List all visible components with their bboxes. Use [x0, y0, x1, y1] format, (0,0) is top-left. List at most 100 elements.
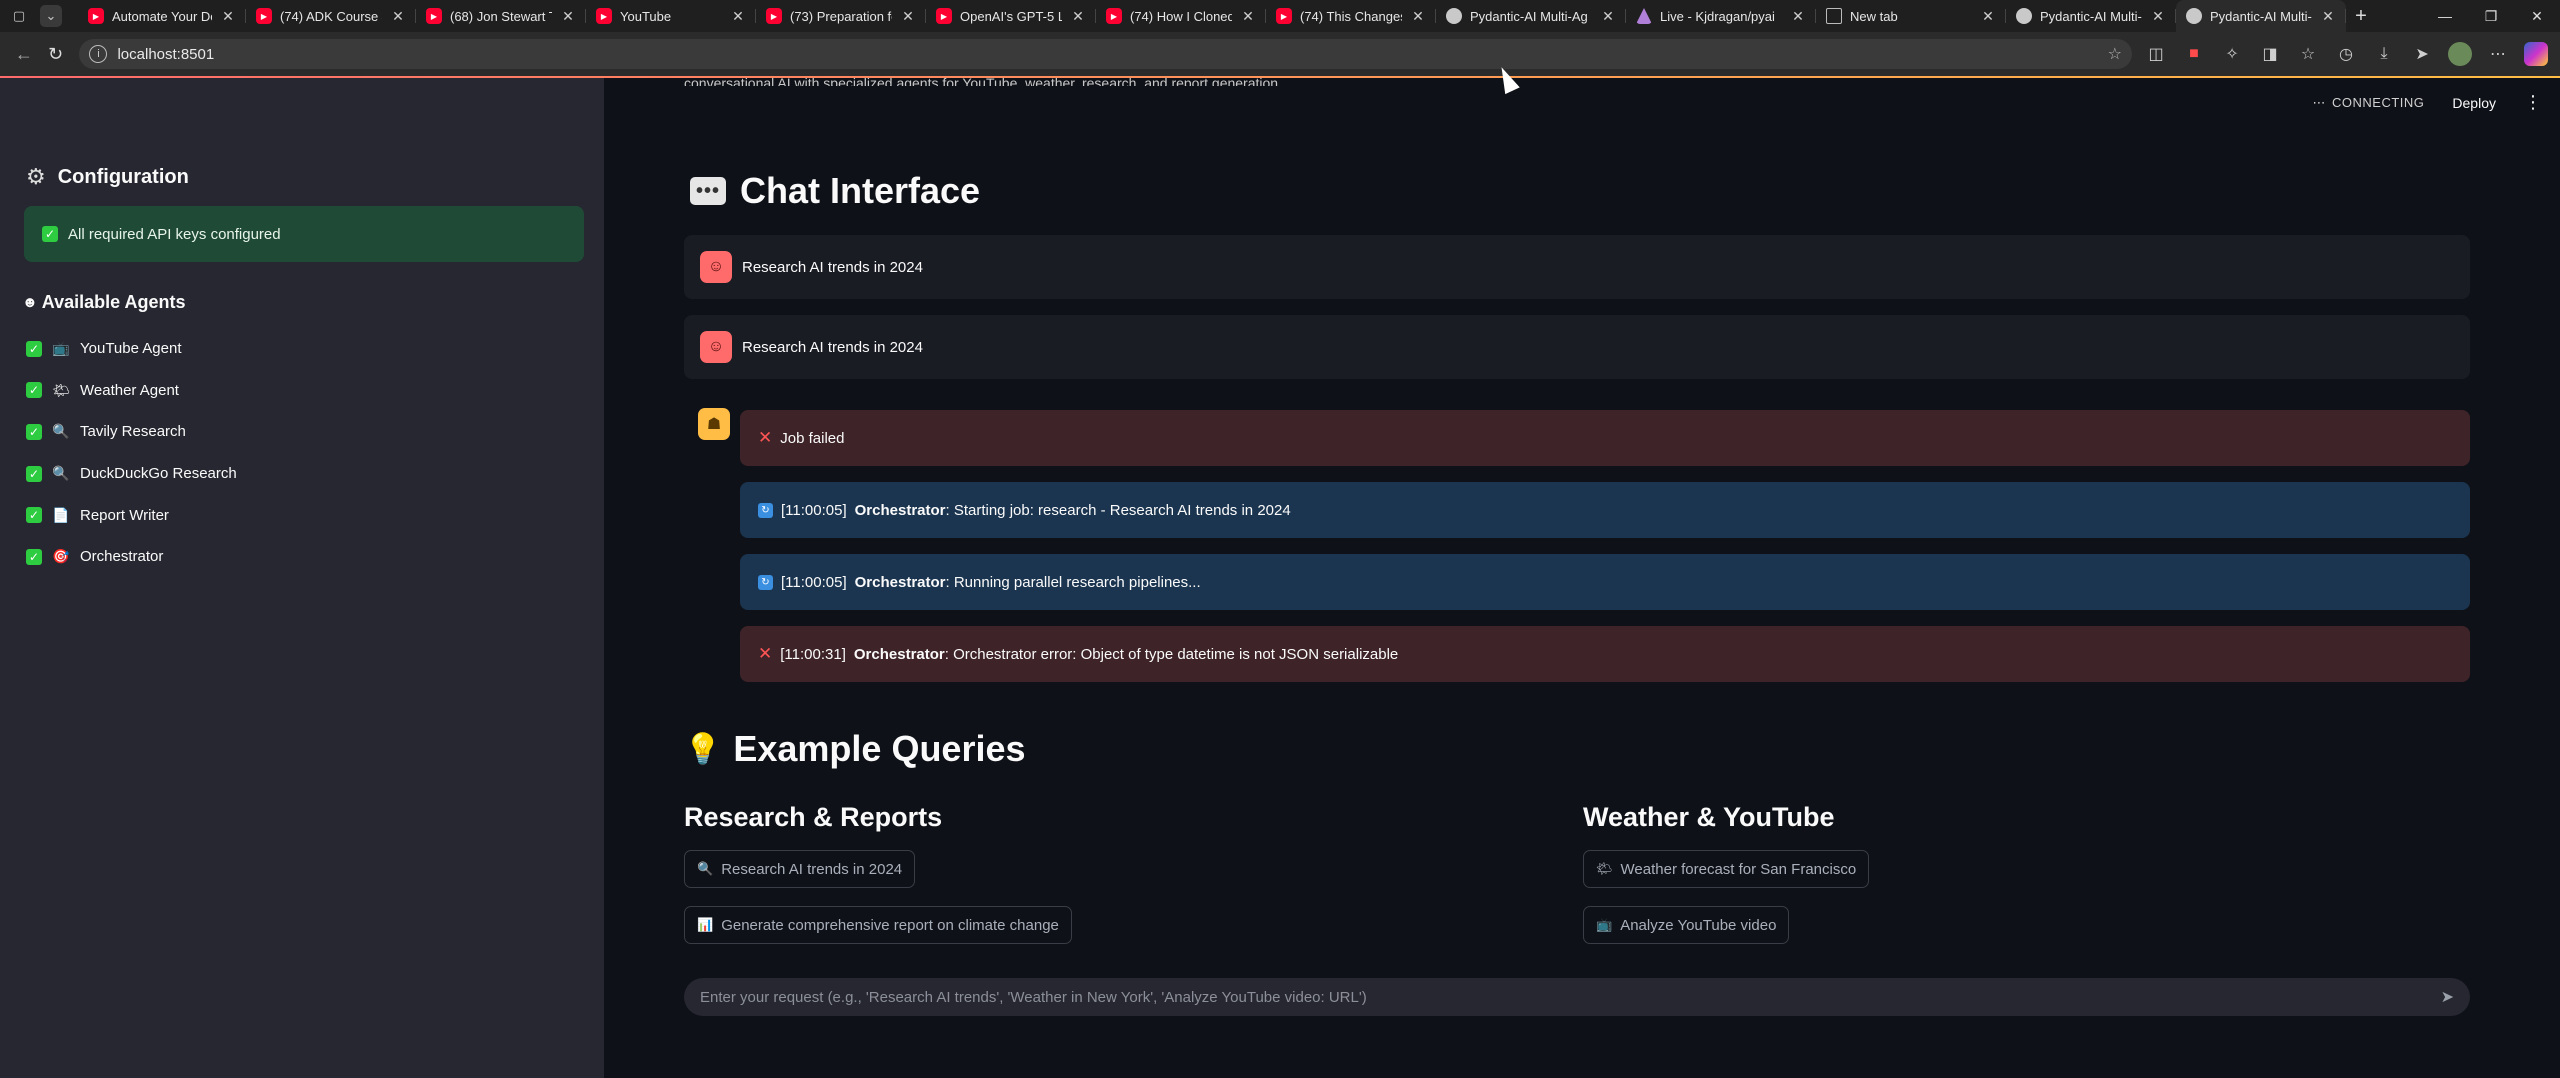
chat-input[interactable]	[700, 988, 2441, 1006]
main-menu-icon[interactable]: ⋮	[2524, 92, 2542, 113]
minimize-icon[interactable]: —	[2422, 0, 2468, 32]
log-agent: Orchestrator	[854, 573, 946, 591]
example-queries-heading: 💡 Example Queries	[684, 728, 1026, 770]
browser-tab[interactable]: Automate Your Desig ✕	[78, 0, 246, 32]
browser-tab-label: Pydantic-AI Multi-Ag	[2040, 8, 2142, 24]
close-tab-icon[interactable]: ✕	[220, 8, 236, 25]
example-query-button[interactable]: 🔍 Research AI trends in 2024	[684, 850, 916, 888]
browser-tab[interactable]: (68) Jon Stewart TERR ✕	[416, 0, 586, 32]
close-window-icon[interactable]: ✕	[2514, 0, 2560, 32]
success-message: All required API keys configured	[68, 225, 281, 243]
favorite-star-icon[interactable]: ☆	[2108, 44, 2122, 64]
error-x-icon: ✕	[758, 644, 773, 663]
user-message-text: Research AI trends in 2024	[742, 258, 923, 276]
log-time: [11:00:31]	[780, 645, 846, 663]
log-agent: Orchestrator	[854, 501, 946, 519]
check-icon: ✓	[26, 548, 42, 565]
user-avatar-icon: ☺	[700, 251, 732, 283]
deploy-button[interactable]: Deploy	[2452, 95, 2496, 111]
split-screen-icon[interactable]: ◨	[2254, 38, 2286, 70]
agent-list-item: ✓ 🌤 Weather Agent	[26, 370, 237, 412]
streamlit-icon	[2186, 8, 2202, 24]
user-message-text: Research AI trends in 2024	[742, 338, 923, 356]
browser-tab[interactable]: OpenAI's GPT-5 Leak ✕	[926, 0, 1096, 32]
browser-tab-label: Pydantic-AI Multi-Ag	[2210, 8, 2312, 24]
agent-list-item: ✓ 📺 YouTube Agent	[26, 328, 237, 370]
close-tab-icon[interactable]: ✕	[2320, 8, 2336, 25]
agent-emoji-icon: 🌤	[52, 381, 70, 398]
browser-tab-label: Automate Your Desig	[112, 8, 212, 24]
youtube-icon	[256, 8, 272, 24]
log-text: : Running parallel research pipelines...	[945, 573, 1201, 591]
window-controls: — ❐ ✕	[2422, 0, 2560, 32]
agent-label: Tavily Research	[80, 423, 186, 441]
close-tab-icon[interactable]: ✕	[1600, 8, 1616, 25]
example-query-button[interactable]: 📺 Analyze YouTube video	[1583, 906, 1790, 944]
new-tab-button[interactable]: +	[2346, 0, 2376, 32]
query-label: Generate comprehensive report on climate…	[721, 916, 1059, 934]
browser-tab[interactable]: Pydantic-AI Multi-Ag ✕	[2006, 0, 2176, 32]
tab-actions-chevron-icon[interactable]: ⌄	[40, 5, 62, 27]
browser-tab[interactable]: Pydantic-AI Multi-Ag ✕	[2176, 0, 2346, 32]
status-text: CONNECTING	[2332, 95, 2425, 110]
browser-tab[interactable]: New tab ✕	[1816, 0, 2006, 32]
share-icon[interactable]: ➤	[2406, 38, 2438, 70]
reload-icon[interactable]: ↻	[40, 38, 72, 70]
close-tab-icon[interactable]: ✕	[390, 8, 406, 25]
close-tab-icon[interactable]: ✕	[2150, 8, 2166, 25]
close-tab-icon[interactable]: ✕	[1070, 8, 1086, 25]
close-tab-icon[interactable]: ✕	[1240, 8, 1256, 25]
restore-icon[interactable]: ❐	[2468, 0, 2514, 32]
example-query-button[interactable]: 📊 Generate comprehensive report on climat…	[684, 906, 1072, 944]
profile-avatar[interactable]	[2448, 42, 2473, 66]
agent-list-item: ✓ 📄 Report Writer	[26, 494, 237, 536]
query-label: Research AI trends in 2024	[721, 860, 903, 878]
favorites-icon[interactable]: ☆	[2292, 38, 2324, 70]
downloads-icon[interactable]: ⤓	[2368, 38, 2400, 70]
address-url[interactable]: localhost:8501	[117, 46, 2097, 63]
example-query-button[interactable]: 🌤 Weather forecast for San Francisco	[1583, 850, 1870, 888]
close-tab-icon[interactable]: ✕	[730, 8, 746, 25]
close-tab-icon[interactable]: ✕	[1980, 8, 1996, 25]
browser-tab[interactable]: (74) How I Cloned M ✕	[1096, 0, 1266, 32]
browser-tab[interactable]: (74) ADK Course #4 - ✕	[246, 0, 416, 32]
browser-tab[interactable]: (73) Preparation for t ✕	[756, 0, 926, 32]
youtube-icon	[766, 8, 782, 24]
close-tab-icon[interactable]: ✕	[900, 8, 916, 25]
check-icon: ✓	[26, 423, 42, 440]
browser-tab[interactable]: (74) This Changes Eve ✕	[1266, 0, 1436, 32]
workspaces-icon[interactable]: ▢	[8, 5, 30, 27]
browser-tab[interactable]: Pydantic-AI Multi-Ag ✕	[1436, 0, 1626, 32]
address-bar[interactable]: i localhost:8501 ☆	[79, 39, 2133, 69]
log-time: [11:00:05]	[781, 573, 847, 591]
close-tab-icon[interactable]: ✕	[1790, 8, 1806, 25]
close-tab-icon[interactable]: ✕	[1410, 8, 1426, 25]
query-emoji-icon: 🌤	[1596, 861, 1613, 876]
query-emoji-icon: 📊	[697, 917, 714, 932]
agent-emoji-icon: 🔍	[52, 423, 70, 440]
agent-label: Weather Agent	[80, 381, 179, 399]
assistant-avatar-icon: ☗	[698, 408, 730, 440]
close-tab-icon[interactable]: ✕	[560, 8, 576, 25]
history-icon[interactable]: ◷	[2330, 38, 2362, 70]
agent-list-item: ✓ 🎯 Orchestrator	[26, 536, 237, 578]
query-emoji-icon: 📺	[1596, 917, 1613, 932]
user-avatar-icon: ☺	[700, 331, 732, 363]
browser-tab[interactable]: Live - Kjdragan/pyai ✕	[1626, 0, 1816, 32]
extension-icon[interactable]: ◫	[2140, 38, 2172, 70]
agent-list: ✓ 📺 YouTube Agent ✓ 🌤 Weather Agent ✓ 🔍 Tavily R…	[26, 328, 237, 578]
back-icon[interactable]: ←	[8, 38, 40, 70]
sync-icon: ↻	[758, 502, 773, 518]
agent-emoji-icon: 📺	[52, 340, 70, 357]
query-emoji-icon: 🔍	[697, 861, 714, 876]
extensions-puzzle-icon[interactable]: ✧	[2216, 38, 2248, 70]
log-text: : Orchestrator error: Object of type dat…	[944, 645, 1399, 663]
recording-extension-icon[interactable]: ■	[2178, 38, 2210, 70]
site-info-icon[interactable]: i	[89, 45, 108, 63]
copilot-icon[interactable]	[2524, 42, 2549, 66]
more-menu-icon[interactable]: ⋯	[2482, 38, 2514, 70]
send-icon[interactable]: ➤	[2441, 987, 2454, 1007]
available-agents-title: Available Agents	[41, 292, 186, 312]
query-label: Analyze YouTube video	[1620, 916, 1777, 934]
browser-tab[interactable]: YouTube ✕	[586, 0, 756, 32]
